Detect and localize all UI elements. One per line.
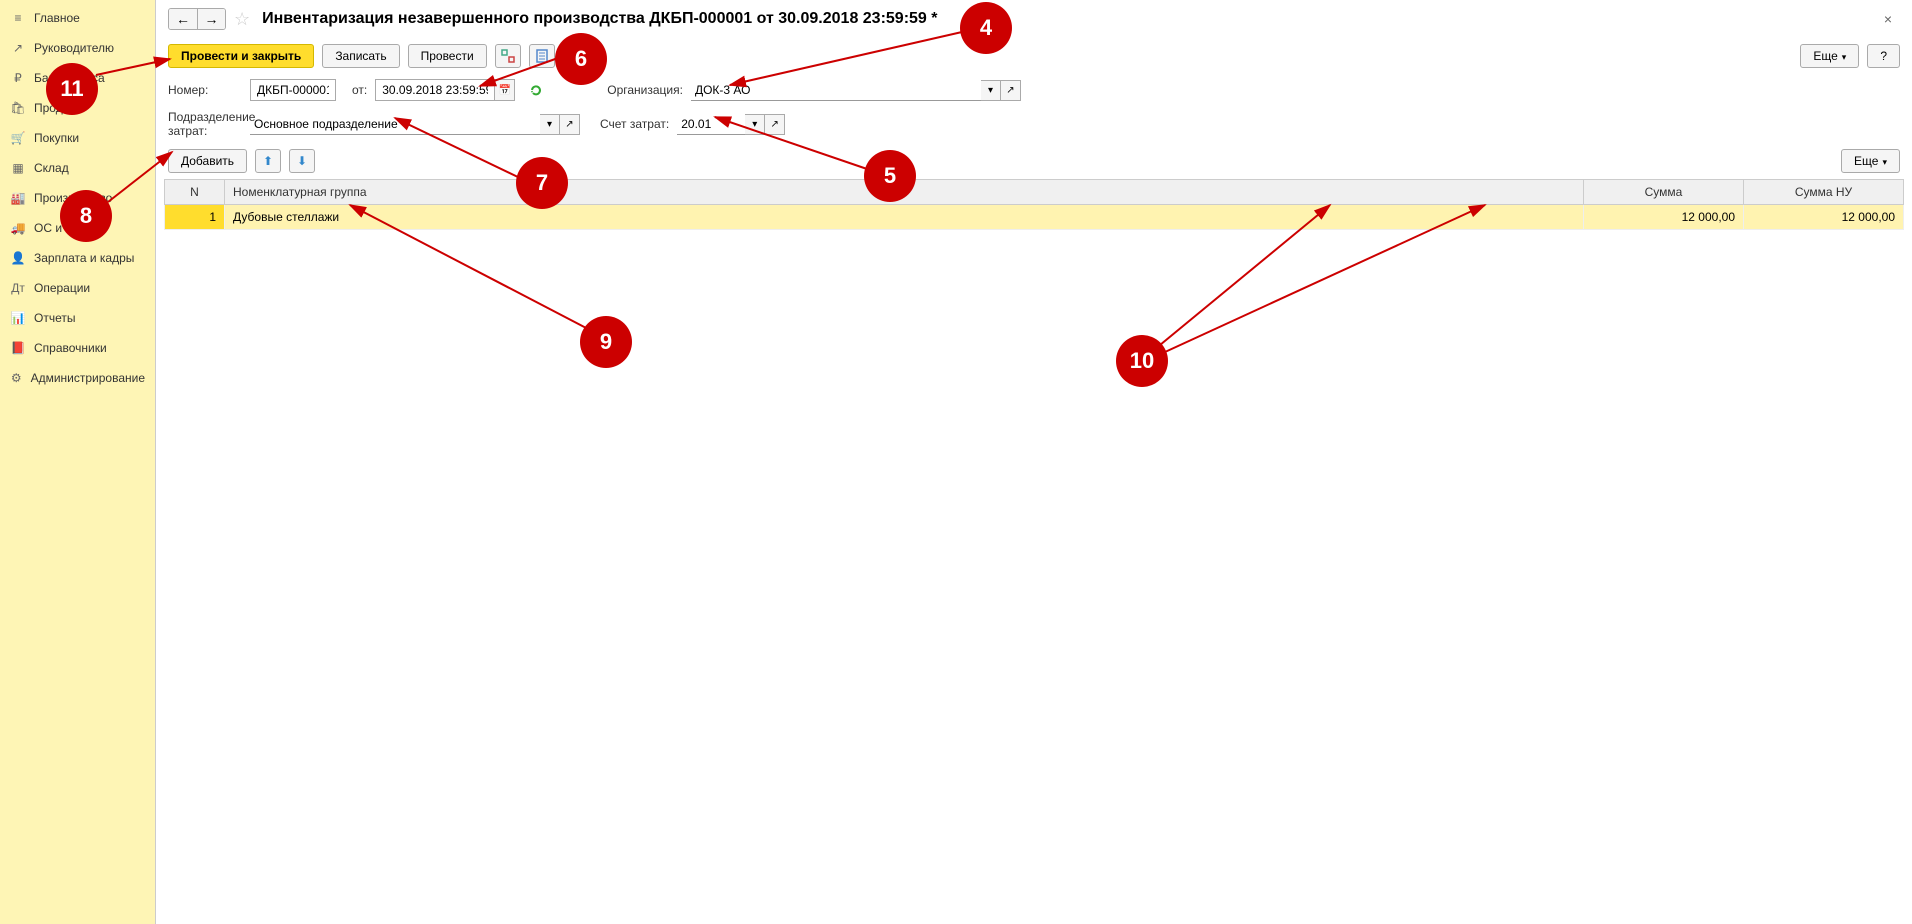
sidebar-item-label: Покупки — [34, 131, 79, 145]
sidebar-item-purchases[interactable]: 🛒 Покупки — [0, 123, 155, 153]
marker-10: 10 — [1116, 335, 1168, 387]
chart-icon: ↗ — [10, 40, 26, 56]
sidebar-item-manager[interactable]: ↗ Руководителю — [0, 33, 155, 63]
close-icon[interactable]: × — [1876, 11, 1900, 27]
sidebar: ≡Главное ↗Руководителю ₽Банк и касса 🛍Пр… — [0, 0, 156, 924]
cell-sum-nu[interactable]: 12 000,00 — [1744, 204, 1904, 229]
col-sum[interactable]: Сумма — [1584, 179, 1744, 204]
org-dropdown-icon[interactable]: ▾ — [981, 80, 1001, 101]
dept-dropdown-icon[interactable]: ▾ — [540, 114, 560, 135]
account-label: Счет затрат: — [600, 117, 669, 131]
cell-nomenclature[interactable]: Дубовые стеллажи — [225, 204, 1584, 229]
col-n[interactable]: N — [165, 179, 225, 204]
move-down-button[interactable]: ⬇ — [289, 149, 315, 173]
sidebar-item-label: Склад — [34, 161, 69, 175]
grid-icon: ▦ — [10, 160, 26, 176]
dept-input-group: ▾ ↗ — [250, 114, 580, 135]
marker-6: 6 — [555, 33, 607, 85]
menu-icon: ≡ — [10, 10, 26, 26]
account-input-group: ▾ ↗ — [677, 114, 785, 135]
org-label: Организация: — [607, 83, 683, 97]
add-button[interactable]: Добавить — [168, 149, 247, 173]
main-toolbar: Провести и закрыть Записать Провести Еще… — [156, 38, 1912, 74]
favorite-icon[interactable]: ☆ — [234, 9, 250, 30]
truck-icon: 🚚 — [10, 220, 26, 236]
help-button[interactable]: ? — [1867, 44, 1900, 68]
cell-sum[interactable]: 12 000,00 — [1584, 204, 1744, 229]
bars-icon: 📊 — [10, 310, 26, 326]
sidebar-item-label: Зарплата и кадры — [34, 251, 134, 265]
write-button[interactable]: Записать — [322, 44, 399, 68]
account-open-icon[interactable]: ↗ — [765, 114, 785, 135]
dept-input[interactable] — [250, 114, 540, 135]
org-open-icon[interactable]: ↗ — [1001, 80, 1021, 101]
sidebar-item-references[interactable]: 📕 Справочники — [0, 333, 155, 363]
dept-label: Подразделение затрат: — [168, 110, 242, 139]
sidebar-item-label: Администрирование — [31, 371, 145, 385]
chevron-down-icon: ▾ — [1882, 157, 1887, 167]
post-and-close-button[interactable]: Провести и закрыть — [168, 44, 314, 68]
calendar-icon[interactable]: 📅 — [495, 79, 515, 101]
items-table: N Номенклатурная группа Сумма Сумма НУ 1… — [164, 179, 1904, 230]
marker-4: 4 — [960, 2, 1012, 54]
chevron-down-icon: ▾ — [1842, 52, 1847, 62]
form-row-1: Номер: от: 📅 Организация: ▾ ↗ — [156, 74, 1912, 106]
col-sum-nu[interactable]: Сумма НУ — [1744, 179, 1904, 204]
person-icon: 👤 — [10, 250, 26, 266]
sidebar-item-label: Справочники — [34, 341, 107, 355]
date-input-group: 📅 — [375, 79, 515, 101]
sidebar-item-label: Руководителю — [34, 41, 114, 55]
sidebar-item-label: Операции — [34, 281, 90, 295]
forward-button[interactable]: → — [197, 9, 225, 29]
page-title: Инвентаризация незавершенного производст… — [262, 10, 937, 28]
from-label: от: — [352, 83, 367, 97]
form-row-2: Подразделение затрат: ▾ ↗ Счет затрат: ▾… — [156, 106, 1912, 143]
page-header: ← → ☆ Инвентаризация незавершенного прои… — [156, 0, 1912, 38]
sidebar-item-main[interactable]: ≡ Главное — [0, 3, 155, 33]
number-label: Номер: — [168, 83, 242, 97]
move-up-button[interactable]: ⬆ — [255, 149, 281, 173]
table-row[interactable]: 1 Дубовые стеллажи 12 000,00 12 000,00 — [165, 204, 1904, 229]
sidebar-item-operations[interactable]: Дт Операции — [0, 273, 155, 303]
cell-n[interactable]: 1 — [165, 204, 225, 229]
table-toolbar: Добавить ⬆ ⬇ Еще▾ — [156, 143, 1912, 179]
table-more-button[interactable]: Еще▾ — [1841, 149, 1900, 173]
sidebar-item-label: Отчеты — [34, 311, 75, 325]
marker-9: 9 — [580, 316, 632, 368]
refresh-date-button[interactable] — [523, 78, 549, 102]
main-content: ← → ☆ Инвентаризация незавершенного прои… — [156, 0, 1912, 924]
account-dropdown-icon[interactable]: ▾ — [745, 114, 765, 135]
number-input[interactable] — [250, 79, 336, 101]
org-input[interactable] — [691, 80, 981, 101]
more-button[interactable]: Еще▾ — [1800, 44, 1859, 68]
factory-icon: 🏭 — [10, 190, 26, 206]
cart-icon: 🛒 — [10, 130, 26, 146]
back-button[interactable]: ← — [169, 9, 197, 29]
book-icon: 📕 — [10, 340, 26, 356]
sidebar-item-warehouse[interactable]: ▦ Склад — [0, 153, 155, 183]
post-button[interactable]: Провести — [408, 44, 487, 68]
marker-7: 7 — [516, 157, 568, 209]
nav-buttons: ← → — [168, 8, 226, 30]
sidebar-item-salary[interactable]: 👤 Зарплата и кадры — [0, 243, 155, 273]
dt-icon: Дт — [10, 280, 26, 296]
org-input-group: ▾ ↗ — [691, 80, 1021, 101]
sidebar-item-label: Главное — [34, 11, 80, 25]
sidebar-item-admin[interactable]: ⚙ Администрирование — [0, 363, 155, 393]
bag-icon: 🛍 — [10, 100, 26, 116]
account-input[interactable] — [677, 114, 745, 135]
ruble-icon: ₽ — [10, 70, 26, 86]
date-input[interactable] — [375, 79, 495, 101]
dept-open-icon[interactable]: ↗ — [560, 114, 580, 135]
marker-8: 8 — [60, 190, 112, 242]
table-header-row: N Номенклатурная группа Сумма Сумма НУ — [165, 179, 1904, 204]
gear-icon: ⚙ — [10, 370, 23, 386]
marker-5: 5 — [864, 150, 916, 202]
register-button[interactable] — [495, 44, 521, 68]
marker-11: 11 — [46, 63, 98, 115]
print-button[interactable] — [529, 44, 555, 68]
sidebar-item-reports[interactable]: 📊 Отчеты — [0, 303, 155, 333]
